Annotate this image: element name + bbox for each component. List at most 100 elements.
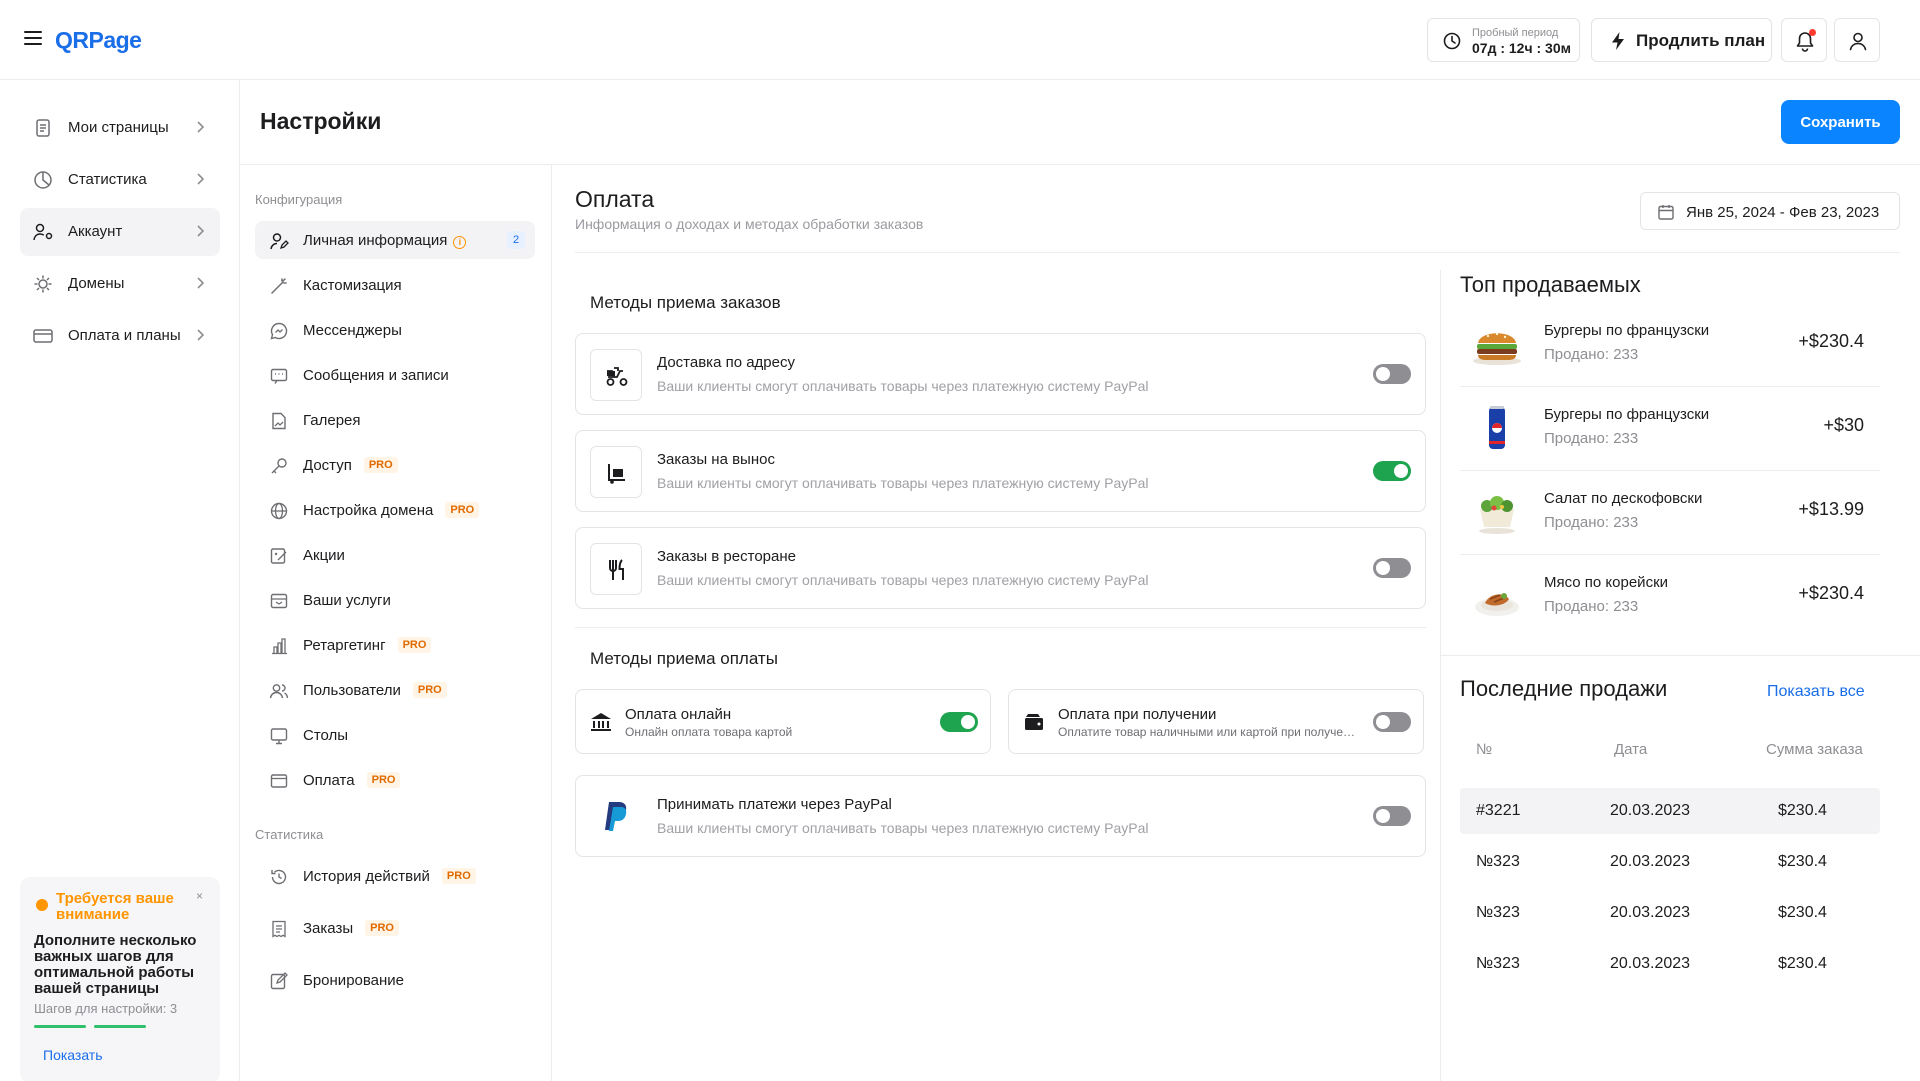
settings-item-promotions[interactable]: Акции [255,536,535,574]
top-seller-item[interactable]: Мясо по корейски Продано: 233 +$230.4 [1460,555,1880,639]
bank-icon [591,713,611,731]
order-method-takeaway: Заказы на вынос Ваши клиенты смогут опла… [575,430,1426,512]
nav-item-my-pages[interactable]: Мои страницы [20,104,220,152]
payment-method-online: Оплата онлайн Онлайн оплата товара карто… [575,689,991,754]
settings-item-access[interactable]: Доступ PRO [255,446,535,484]
top-seller-item[interactable]: Салат по дескофовски Продано: 233 +$13.9… [1460,471,1880,555]
order-method-title: Заказы в ресторане [657,548,796,565]
settings-item-label: Сообщения и записи [303,367,449,384]
seller-value: +$230.4 [1798,331,1864,351]
chevron-right-icon [197,277,205,289]
settings-item-personal-info[interactable]: Личная информация i 2 [255,221,535,259]
table-row[interactable]: #3221 20.03.2023 $230.4 [1460,788,1880,834]
order-amount: $230.4 [1778,904,1827,921]
column-header-date: Дата [1614,741,1648,758]
settings-item-users[interactable]: Пользователи PRO [255,671,535,709]
order-method-description: Ваши клиенты смогут оплачивать товары че… [657,572,1149,588]
seller-value: +$230.4 [1798,583,1864,603]
image-file-icon [272,412,286,430]
restaurant-toggle[interactable] [1373,558,1411,578]
menu-icon[interactable] [24,30,42,46]
group-divider [575,627,1426,628]
online-payment-toggle[interactable] [940,712,978,732]
message-icon [270,368,288,384]
settings-item-retargeting[interactable]: Ретаргетинг PRO [255,626,535,664]
table-row[interactable]: №323 20.03.2023 $230.4 [1460,890,1880,936]
payment-title: Оплата [575,186,655,212]
key-icon [271,458,287,474]
pro-badge: PRO [366,772,401,788]
settings-item-payment[interactable]: Оплата PRO [255,761,535,799]
settings-item-activity-history[interactable]: История действий PRO [255,857,535,895]
info-icon: i [453,236,467,249]
order-number: №323 [1476,955,1520,972]
trial-timer: Пробный период 07д : 12ч : 30м [1427,18,1580,62]
settings-item-customization[interactable]: Кастомизация [255,266,535,304]
settings-item-services[interactable]: Ваши услуги [255,581,535,619]
payment-methods-title: Методы приема оплаты [590,649,778,668]
settings-menu: Конфигурация Личная информация i 2 Кастом… [240,165,552,1081]
cash-on-delivery-toggle[interactable] [1373,712,1411,732]
notifications-button[interactable] [1781,18,1827,62]
pro-badge: PRO [365,920,399,936]
domain-gear-icon [34,275,52,293]
settings-item-label: Акции [303,547,345,564]
settings-item-gallery[interactable]: Галерея [255,401,535,439]
calendar-icon [1658,205,1674,220]
save-button[interactable]: Сохранить [1781,100,1900,144]
show-all-link[interactable]: Показать все [1767,683,1865,701]
app-logo[interactable]: QRPage [55,27,142,54]
order-amount: $230.4 [1778,802,1827,819]
takeaway-toggle[interactable] [1373,461,1411,481]
settings-item-tables[interactable]: Столы [255,716,535,754]
order-number: №323 [1476,853,1520,870]
profile-button[interactable] [1834,18,1880,62]
nav-item-billing[interactable]: Оплата и планы [20,312,220,360]
settings-item-booking[interactable]: Бронирование [255,961,535,999]
paypal-title: Принимать платежи через PayPal [657,796,892,813]
warning-dot-icon [36,899,48,911]
settings-item-label: Настройка домена [303,502,434,519]
attention-title: Требуется ваше внимание [56,890,174,923]
order-number: №323 [1476,904,1520,921]
column-divider [1440,270,1441,1081]
top-seller-item[interactable]: Бургеры по французски Продано: 233 +$30 [1460,387,1880,471]
delivery-toggle[interactable] [1373,364,1411,384]
paypal-description: Ваши клиенты смогут оплачивать товары че… [657,820,1149,836]
settings-item-domain-setup[interactable]: Настройка домена PRO [255,491,535,529]
close-icon[interactable]: × [196,889,203,903]
attention-show-link[interactable]: Показать [43,1047,103,1063]
nav-item-label: Аккаунт [68,223,123,240]
top-seller-item[interactable]: Бургеры по французски Продано: 233 +$230… [1460,303,1880,387]
nav-item-domains[interactable]: Домены [20,260,220,308]
pro-badge: PRO [397,637,432,653]
settings-item-label: Бронирование [303,972,405,989]
payment-method-description: Онлайн оплата товара картой [625,725,793,739]
paypal-toggle[interactable] [1373,806,1411,826]
settings-item-messengers[interactable]: Мессенджеры [255,311,535,349]
seller-name: Бургеры по французски [1544,406,1710,423]
date-range-picker[interactable]: Янв 25, 2024 - Фев 23, 2023 [1640,192,1900,230]
pro-badge: PRO [363,457,398,473]
settings-item-orders[interactable]: Заказы PRO [255,909,535,947]
magic-wand-icon [271,278,287,294]
user-icon [1849,32,1867,51]
seller-name: Бургеры по французски [1544,322,1710,339]
attention-card: Требуется ваше внимание × Дополните неск… [20,877,220,1081]
takeaway-cart-icon [590,446,642,498]
recent-sales-title: Последние продажи [1460,676,1668,701]
notification-dot [1809,29,1816,36]
nav-item-label: Оплата и планы [68,327,181,344]
seller-sold: Продано: 233 [1544,598,1639,615]
settings-item-messages[interactable]: Сообщения и записи [255,356,535,394]
extend-plan-button[interactable]: Продлить план [1591,18,1772,62]
chevron-right-icon [197,173,205,185]
history-icon [271,869,287,885]
chevron-right-icon [197,225,205,237]
table-row[interactable]: №323 20.03.2023 $230.4 [1460,941,1880,987]
nav-item-account[interactable]: Аккаунт [20,208,220,256]
payment-method-on-delivery: Оплата при получении Оплатите товар нали… [1008,689,1424,754]
nav-item-statistics[interactable]: Статистика [20,156,220,204]
table-row[interactable]: №323 20.03.2023 $230.4 [1460,839,1880,885]
order-methods-title: Методы приема заказов [590,293,781,312]
